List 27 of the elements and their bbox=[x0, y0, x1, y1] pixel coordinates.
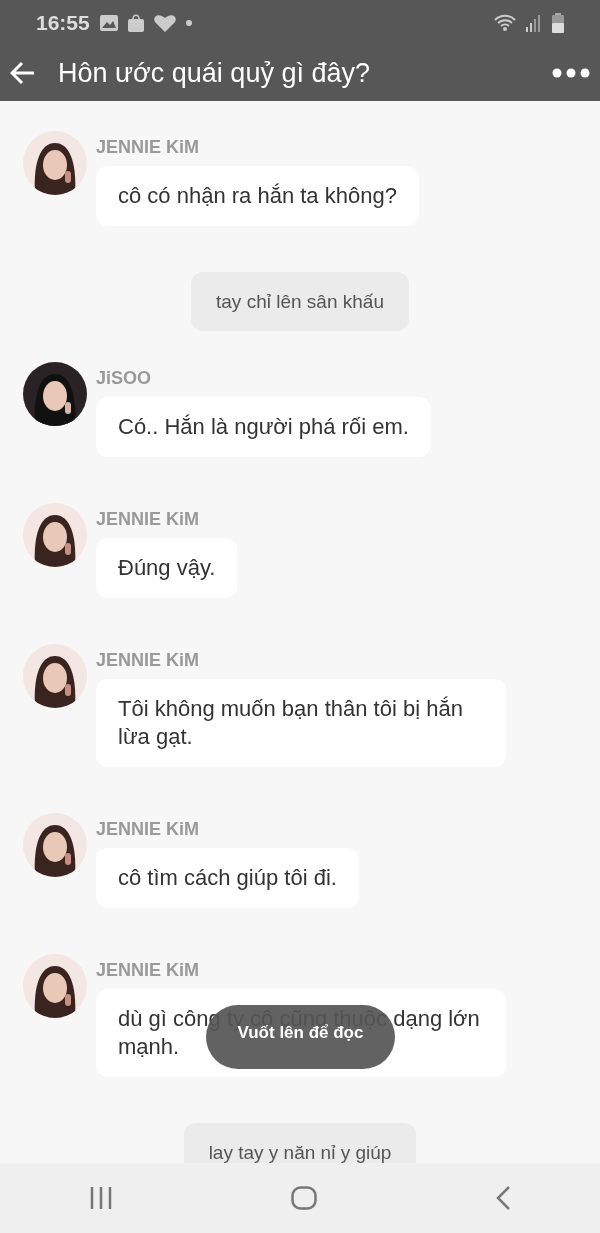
sender-name: JiSOO bbox=[96, 368, 152, 389]
message-bubble: Đúng vậy. bbox=[96, 538, 238, 598]
wifi-icon bbox=[494, 13, 516, 32]
message-bubble: Có.. Hắn là người phá rối em. bbox=[96, 397, 431, 457]
status-time: 16:55 bbox=[36, 10, 90, 35]
more-icon[interactable] bbox=[552, 68, 590, 78]
sender-name: JENNIE KiM bbox=[96, 960, 200, 981]
message-bubble: cô có nhận ra hắn ta không? bbox=[96, 166, 419, 226]
message-bubble: Tôi không muốn bạn thân tôi bị hắn lừa gạt. bbox=[96, 679, 506, 767]
image-icon bbox=[99, 14, 118, 31]
sender-name: JENNIE KiM bbox=[96, 819, 200, 840]
message-bubble: cô tìm cách giúp tôi đi. bbox=[96, 848, 359, 908]
sender-name: JENNIE KiM bbox=[96, 137, 200, 158]
home-icon[interactable] bbox=[291, 1186, 317, 1210]
signal-icon bbox=[526, 13, 542, 32]
narration-bubble: lay tay y năn nỉ y giúp bbox=[183, 1123, 417, 1163]
heart-icon bbox=[153, 13, 176, 32]
back-icon[interactable] bbox=[495, 1186, 511, 1210]
back-arrow-icon[interactable] bbox=[10, 61, 36, 85]
recent-apps-icon[interactable] bbox=[89, 1187, 113, 1209]
dot-icon bbox=[185, 19, 192, 26]
sender-name: JENNIE KiM bbox=[96, 509, 200, 530]
chat-title: Hôn ước quái quỷ gì đây? bbox=[58, 57, 371, 89]
battery-icon bbox=[552, 12, 564, 33]
shopping-bag-icon bbox=[127, 13, 144, 32]
narration-bubble: tay chỉ lên sân khấu bbox=[191, 272, 409, 331]
sender-name: JENNIE KiM bbox=[96, 650, 200, 671]
